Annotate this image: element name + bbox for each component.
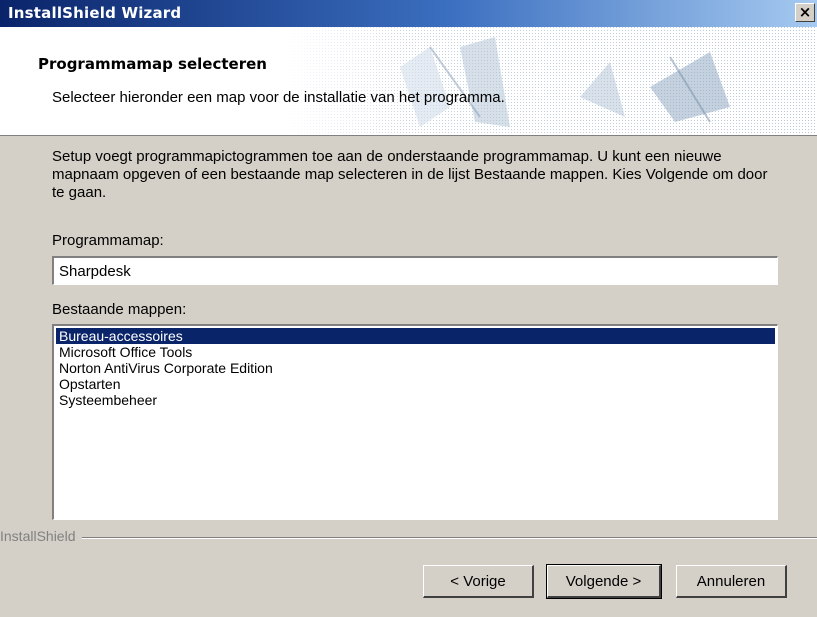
list-item[interactable]: Bureau-accessoires: [56, 328, 775, 344]
window-titlebar[interactable]: InstallShield Wizard ×: [0, 0, 817, 27]
divider-line: [0, 537, 817, 539]
folder-label: Programmamap:: [52, 232, 164, 249]
close-button[interactable]: ×: [795, 3, 815, 22]
existing-folders-list[interactable]: Bureau-accessoires Microsoft Office Tool…: [52, 324, 778, 520]
window-title: InstallShield Wizard: [8, 4, 182, 22]
instructions-text: Setup voegt programmapictogrammen toe aa…: [52, 148, 768, 201]
list-item[interactable]: Systeembeheer: [56, 392, 775, 408]
installshield-brand: InstallShield: [0, 528, 82, 544]
list-item[interactable]: Opstarten: [56, 376, 775, 392]
next-button[interactable]: Volgende >: [546, 564, 662, 599]
program-folder-input[interactable]: [52, 256, 778, 285]
back-button[interactable]: < Vorige: [423, 565, 534, 598]
page-title: Programmamap selecteren: [38, 55, 267, 73]
page-subtitle: Selecteer hieronder een map voor de inst…: [52, 89, 505, 106]
cancel-button[interactable]: Annuleren: [676, 565, 787, 598]
brand-divider: InstallShield: [0, 528, 817, 544]
list-item[interactable]: Microsoft Office Tools: [56, 344, 775, 360]
existing-folders-label: Bestaande mappen:: [52, 301, 187, 318]
close-icon: ×: [798, 3, 812, 21]
header-banner: Programmamap selecteren Selecteer hieron…: [0, 27, 817, 136]
banner-artwork: [280, 27, 817, 135]
list-item[interactable]: Norton AntiVirus Corporate Edition: [56, 360, 775, 376]
